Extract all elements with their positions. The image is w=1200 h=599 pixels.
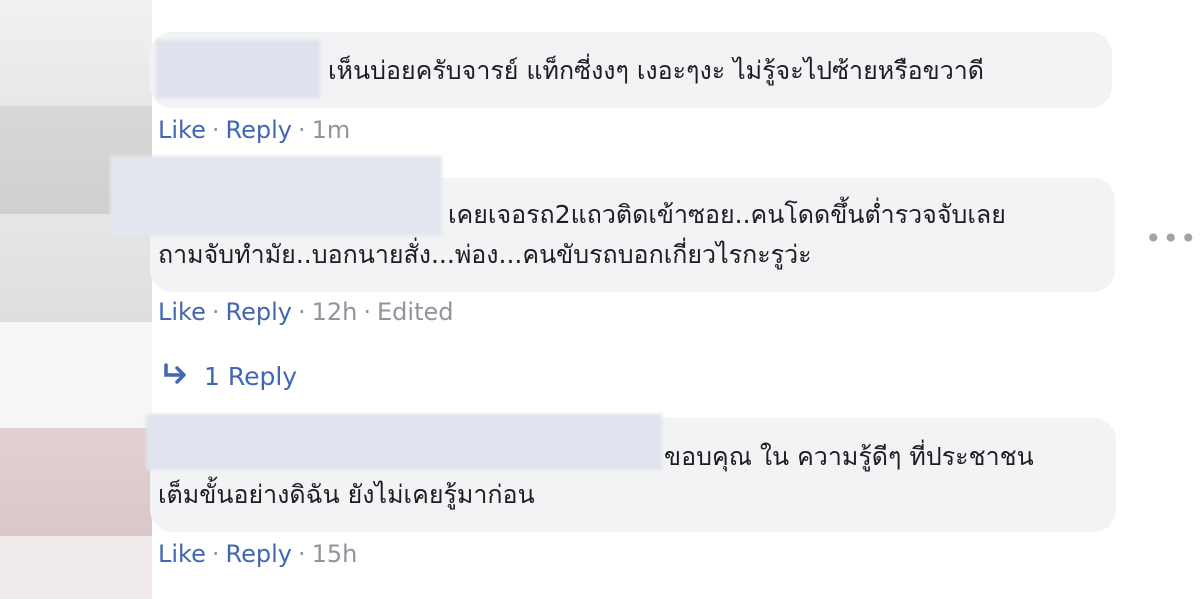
- reply-link[interactable]: Reply: [226, 298, 292, 326]
- like-link[interactable]: Like: [158, 116, 206, 144]
- view-replies-link[interactable]: 1 Reply: [162, 362, 297, 391]
- comment-text: ขอบคุณ ใน ความรู้ดีๆ ที่ประชาชน: [664, 442, 1034, 471]
- comment-actions: Like · Reply · 1m: [158, 116, 351, 144]
- comment-text: ถามจับทำมัย..บอกนายสั่ง...พ่อง...คนขับรถ…: [158, 240, 812, 269]
- avatar[interactable]: [0, 0, 152, 106]
- like-link[interactable]: Like: [158, 298, 206, 326]
- like-link[interactable]: Like: [158, 540, 206, 568]
- commenter-name-redacted[interactable]: [156, 40, 320, 98]
- more-options-icon[interactable]: •••: [1145, 222, 1198, 255]
- commenter-name-redacted[interactable]: [110, 156, 442, 236]
- reply-arrow-icon: [162, 362, 192, 391]
- comment-actions: Like · Reply · 12h · Edited: [158, 298, 454, 326]
- comment-text: เต็มขั้นอย่างดิฉัน ยังไม่เคยรู้มาก่อน: [158, 480, 535, 509]
- timestamp[interactable]: 12h: [312, 298, 358, 326]
- avatar[interactable]: [0, 536, 152, 599]
- comment-actions: Like · Reply · 15h: [158, 540, 358, 568]
- avatar-column: [0, 0, 152, 599]
- avatar[interactable]: [0, 428, 152, 536]
- timestamp[interactable]: 15h: [312, 540, 358, 568]
- avatar-spacer: [0, 322, 152, 428]
- commenter-name-redacted[interactable]: [146, 414, 662, 470]
- comment-text: เห็นบ่อยครับจารย์ แท็กซี่งงๆ เงอะๆงะ ไม่…: [328, 56, 985, 85]
- edited-label[interactable]: Edited: [377, 298, 453, 326]
- timestamp[interactable]: 1m: [312, 116, 351, 144]
- comment-text: เคยเจอรถ2แถวติดเข้าซอย..คนโดดขึ้นต่ำรวจจ…: [448, 200, 1006, 229]
- reply-link[interactable]: Reply: [226, 540, 292, 568]
- reply-link[interactable]: Reply: [226, 116, 292, 144]
